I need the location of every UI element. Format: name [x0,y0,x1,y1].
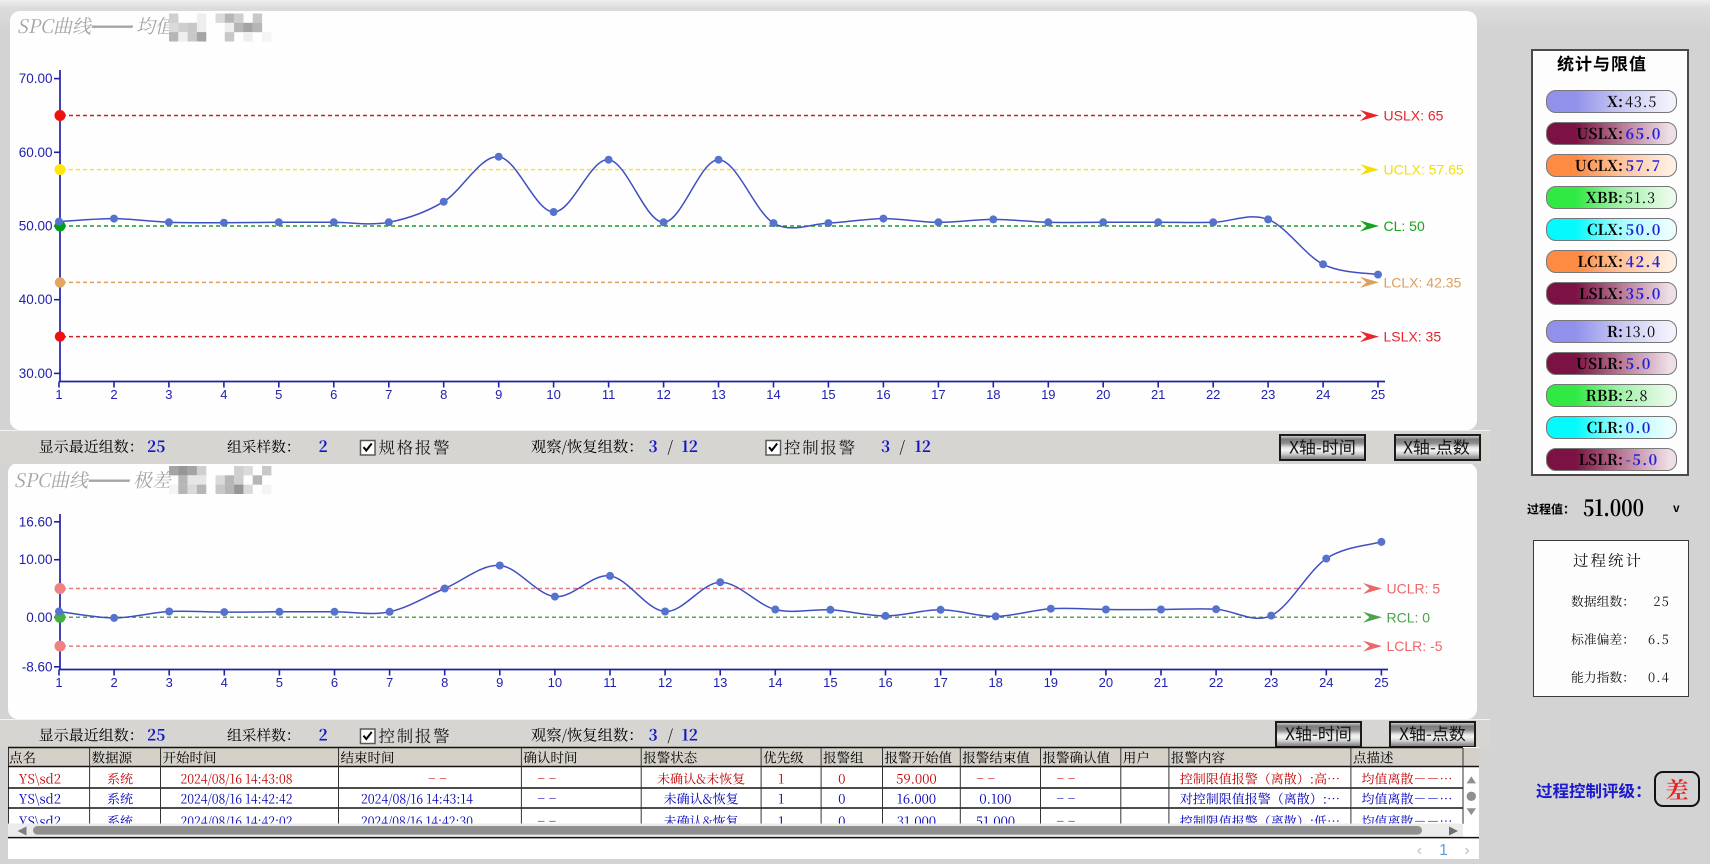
svg-text:40.00: 40.00 [19,292,53,307]
svg-text:13: 13 [711,387,725,402]
svg-text:16.60: 16.60 [19,514,53,529]
svg-text:USLX: 65: USLX: 65 [1384,108,1444,124]
svg-text:15: 15 [823,675,837,690]
svg-text:14: 14 [768,675,782,690]
svg-text:50.00: 50.00 [19,219,53,234]
svg-text:11: 11 [602,387,616,402]
svg-text:7: 7 [386,675,393,690]
svg-text:0.00: 0.00 [26,610,52,625]
svg-text:30.00: 30.00 [19,366,53,381]
svg-text:3: 3 [165,387,172,402]
svg-text:10: 10 [546,387,560,402]
svg-text:60.00: 60.00 [19,145,53,160]
svg-text:18: 18 [986,387,1000,402]
svg-text:LCLR: -5: LCLR: -5 [1387,638,1443,654]
svg-text:1: 1 [1439,842,1448,859]
svg-text:12: 12 [658,675,672,690]
svg-text:25: 25 [1374,675,1388,690]
svg-text:22: 22 [1206,387,1220,402]
svg-text:4: 4 [221,675,228,690]
svg-text:10.00: 10.00 [19,552,53,567]
svg-text:4: 4 [220,387,227,402]
svg-text:23: 23 [1261,387,1275,402]
svg-text:3: 3 [166,675,173,690]
svg-text:1: 1 [55,387,62,402]
svg-text:12: 12 [656,387,670,402]
svg-text:16: 16 [876,387,890,402]
svg-text:6: 6 [331,675,338,690]
svg-text:9: 9 [495,387,502,402]
svg-text:8: 8 [440,387,447,402]
svg-text:16: 16 [878,675,892,690]
svg-text:15: 15 [821,387,835,402]
svg-text:21: 21 [1151,387,1165,402]
svg-text:20: 20 [1096,387,1110,402]
svg-text:17: 17 [933,675,947,690]
svg-text:›: › [1464,842,1469,859]
svg-text:5: 5 [276,675,283,690]
svg-text:22: 22 [1209,675,1223,690]
svg-text:19: 19 [1041,387,1055,402]
svg-text:‹: ‹ [1417,842,1422,859]
svg-text:9: 9 [496,675,503,690]
svg-text:2: 2 [110,675,117,690]
svg-text:21: 21 [1154,675,1168,690]
svg-text:2: 2 [110,387,117,402]
svg-text:8: 8 [441,675,448,690]
svg-text:20: 20 [1099,675,1113,690]
svg-text:1: 1 [55,675,62,690]
svg-text:19: 19 [1044,675,1058,690]
svg-text:17: 17 [931,387,945,402]
svg-text:23: 23 [1264,675,1278,690]
svg-text:7: 7 [385,387,392,402]
svg-text:70.00: 70.00 [19,71,53,86]
svg-text:13: 13 [713,675,727,690]
svg-text:RCL: 0: RCL: 0 [1387,609,1431,625]
svg-text:UCLR: 5: UCLR: 5 [1387,581,1441,597]
svg-text:-8.60: -8.60 [22,659,53,674]
svg-text:UCLX: 57.65: UCLX: 57.65 [1384,162,1464,178]
svg-text:CL: 50: CL: 50 [1384,218,1425,234]
svg-text:LCLX: 42.35: LCLX: 42.35 [1384,274,1462,290]
svg-text:18: 18 [988,675,1002,690]
svg-text:24: 24 [1319,675,1333,690]
svg-text:6: 6 [330,387,337,402]
svg-text:LSLX: 35: LSLX: 35 [1384,329,1442,345]
svg-text:10: 10 [548,675,562,690]
svg-text:25: 25 [1371,387,1385,402]
svg-text:24: 24 [1316,387,1330,402]
svg-text:11: 11 [603,675,617,690]
svg-text:14: 14 [766,387,780,402]
svg-text:5: 5 [275,387,282,402]
